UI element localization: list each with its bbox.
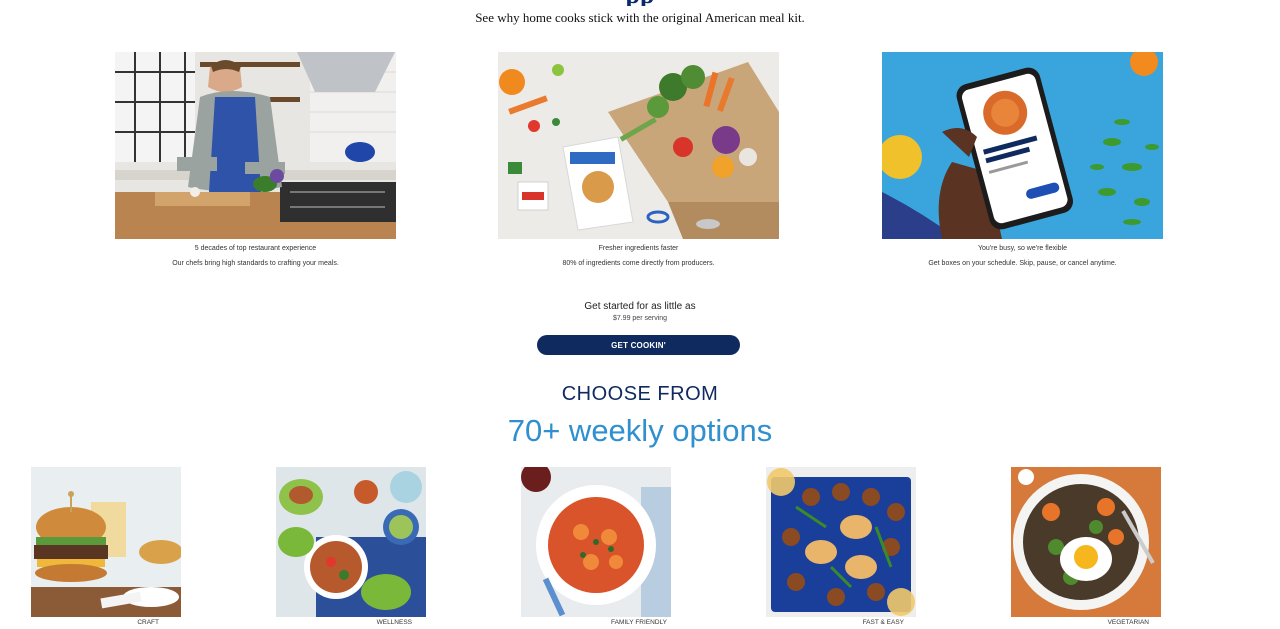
category-label: FAST & EASY <box>862 619 904 626</box>
feature-title: Fresher ingredients faster <box>598 245 679 252</box>
category-wellness[interactable]: WELLNESS <box>276 467 426 626</box>
sheet-pan-photo <box>766 467 916 617</box>
category-craft[interactable]: CRAFT <box>31 467 181 626</box>
pasta-bowl-photo <box>521 467 671 617</box>
feature-title: 5 decades of top restaurant experience <box>194 245 317 252</box>
category-label: CRAFT <box>137 619 159 626</box>
promo-text: Get started for as little as <box>584 301 696 312</box>
section-heading: pp <box>560 0 720 6</box>
feature-card-flexibility: You're busy, so we're flexible Get boxes… <box>882 52 1163 267</box>
choose-from-heading: CHOOSE FROM <box>561 383 719 405</box>
section-subtitle: See why home cooks stick with the origin… <box>475 10 805 25</box>
category-label: WELLNESS <box>376 619 412 626</box>
phone-app-photo <box>882 52 1163 239</box>
category-fast-easy[interactable]: FAST & EASY <box>766 467 916 626</box>
meal-kit-box-photo <box>498 52 779 239</box>
category-family-friendly[interactable]: FAMILY FRIENDLY <box>521 467 671 626</box>
weekly-options-heading: 70+ weekly options <box>507 413 773 448</box>
lettuce-wraps-photo <box>276 467 426 617</box>
get-cookin-button[interactable]: GET COOKIN' <box>537 335 740 355</box>
section-heading-text: pp <box>560 0 720 6</box>
feature-text: 80% of ingredients come directly from pr… <box>562 260 715 267</box>
feature-text: Our chefs bring high standards to crafti… <box>172 260 339 267</box>
feature-text: Get boxes on your schedule. Skip, pause,… <box>928 260 1117 267</box>
feature-title: You're busy, so we're flexible <box>977 245 1068 252</box>
category-vegetarian[interactable]: VEGETARIAN <box>1011 467 1161 626</box>
feature-card-experience: 5 decades of top restaurant experience O… <box>115 52 396 267</box>
promo-price: $7.99 per serving <box>612 315 668 322</box>
burger-photo <box>31 467 181 617</box>
category-label: VEGETARIAN <box>1107 619 1149 626</box>
chef-cooking-photo <box>115 52 396 239</box>
feature-card-freshness: Fresher ingredients faster 80% of ingred… <box>498 52 779 267</box>
egg-grain-bowl-photo <box>1011 467 1161 617</box>
category-label: FAMILY FRIENDLY <box>611 619 667 626</box>
